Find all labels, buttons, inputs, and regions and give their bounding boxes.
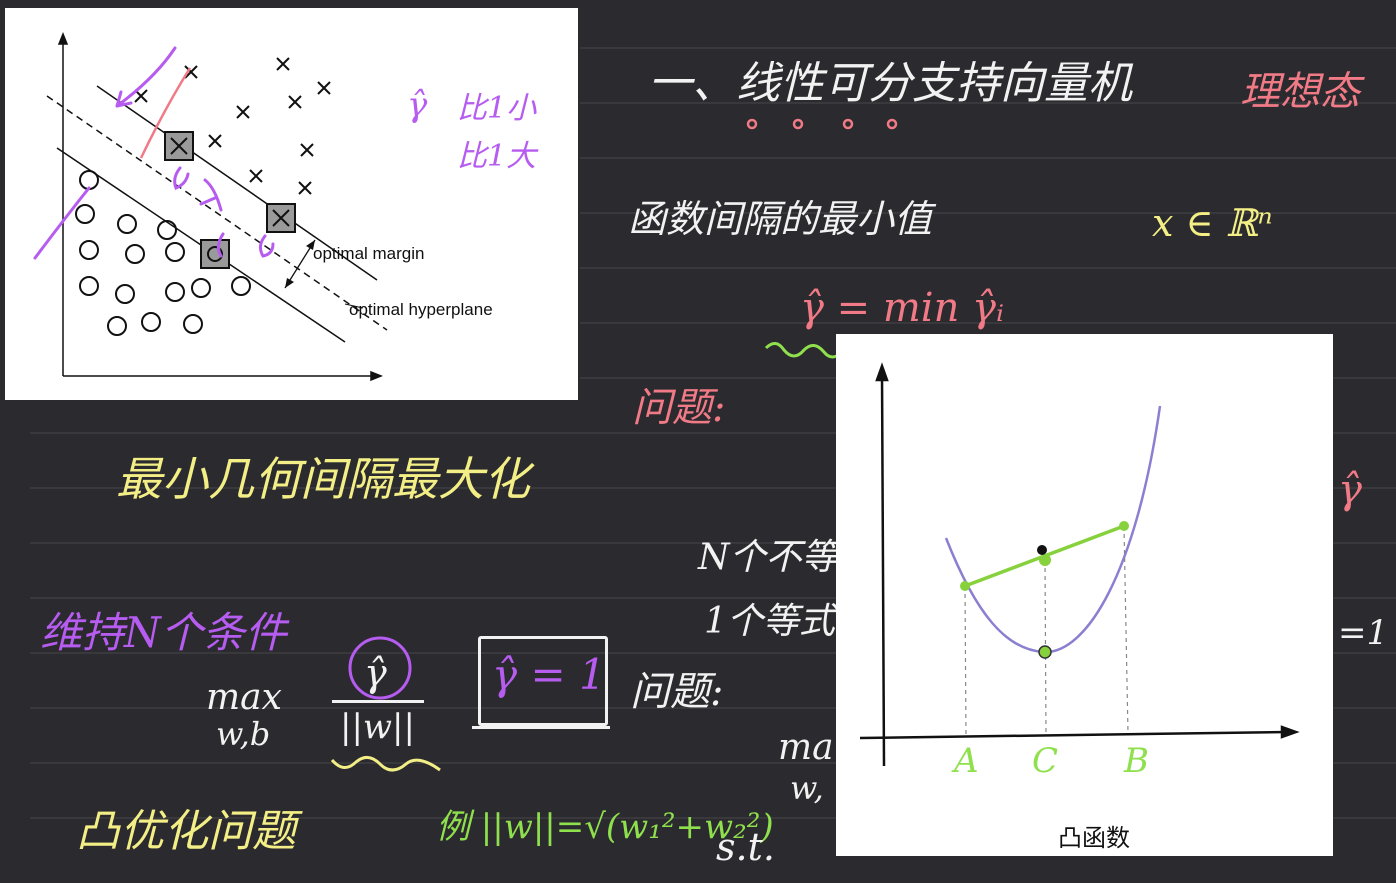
cut-eq-one: =1 [1338, 613, 1389, 653]
geometric-margin-maximize: 最小几何间隔最大化 [116, 452, 530, 506]
one-equality-note: 1个等式 [704, 601, 835, 642]
convex-figure: A C B 凸函数 [836, 334, 1333, 856]
functional-margin-min: 函数间隔的最小值 [628, 197, 933, 241]
norm-w-denominator: ||w|| [340, 707, 415, 747]
problem-label-2: 问题: [630, 669, 724, 715]
positive-points [134, 57, 331, 195]
hyperplane-line [46, 95, 388, 331]
gamma-min-expression: γ̂ = min γ̂ᵢ [800, 285, 1005, 331]
point-b-label: B [1124, 741, 1149, 781]
optimal-margin-label: optimal margin [313, 244, 425, 263]
point-c-label: C [1032, 741, 1059, 781]
problem-label: 问题: [632, 385, 726, 431]
n-inequality-note: N个不等 [698, 537, 838, 578]
point-a-label: A [954, 741, 979, 781]
convex-diagram [859, 362, 1300, 767]
gamma-eq-one: γ̂ = 1 [492, 650, 606, 699]
cut-gamma: γ̂ [1338, 467, 1362, 513]
svm-diagram: γ̂ 比1小 比1大 [33, 31, 539, 382]
convex-caption: 凸函数 [1058, 825, 1130, 852]
title-emphasis-dots [746, 118, 898, 130]
support-vectors [164, 131, 296, 269]
domain-expression: x ∈ ℝⁿ [1152, 201, 1273, 245]
cut-w: w, [790, 769, 824, 807]
fraction-bar [332, 700, 424, 703]
title-tag: 理想态 [1240, 69, 1360, 115]
svm-gamma-annotation: γ̂ [407, 85, 428, 125]
annot-smaller-than-one: 比1小 [457, 91, 537, 126]
box-underline [472, 726, 610, 729]
svm-figure: γ̂ 比1小 比1大 optimal margin optimal hyperp… [5, 8, 578, 400]
convex-optimization: 凸优化问题 [76, 806, 296, 857]
norm-w-squiggle [330, 756, 441, 772]
max-label: max [206, 677, 282, 718]
squiggle-underline [764, 342, 844, 359]
section-title: 一、线性可分支持向量机 [648, 58, 1132, 109]
gamma-hat-circle [348, 636, 412, 700]
keep-n-conditions: 维持N个条件 [40, 608, 287, 657]
annot-larger-than-one: 比1大 [457, 139, 539, 174]
wb-label: w,b [216, 715, 271, 753]
optimal-hyperplane-label: optimal hyperplane [349, 300, 493, 319]
cut-max: ma [778, 727, 834, 768]
subject-to-label: s.t. [716, 825, 775, 869]
